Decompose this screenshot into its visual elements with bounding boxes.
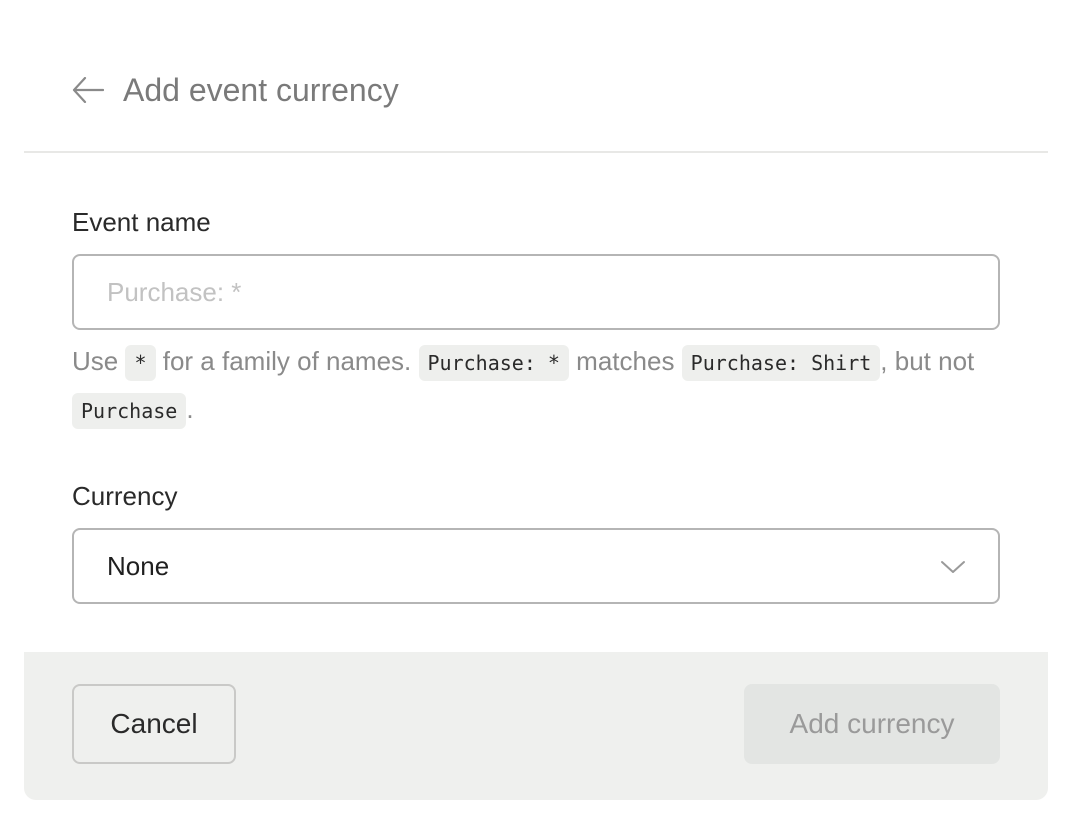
back-button[interactable] [68,72,108,108]
code-wildcard: * [125,345,156,381]
help-text-part: , but not [880,346,975,376]
event-name-label: Event name [72,207,211,237]
help-text-part: matches [568,346,682,376]
help-text-part: for a family of names. [155,346,419,376]
add-event-currency-dialog: Add event currency Event name Use * for … [24,24,1048,800]
add-currency-button[interactable]: Add currency [744,684,1000,764]
dialog-title: Add event currency [123,72,399,108]
code-example-nonmatch: Purchase [72,393,187,429]
help-text-part: . [186,394,194,424]
chevron-down-icon [941,561,965,573]
event-name-input[interactable] [74,256,998,328]
cancel-button[interactable]: Cancel [72,684,236,764]
dialog-footer: Cancel Add currency [24,652,1048,800]
currency-label: Currency [72,481,178,511]
event-name-field-wrapper [72,254,1000,330]
event-name-help-text: Use * for a family of names. Purchase: *… [72,338,1002,434]
dialog-header: Add event currency [24,24,1048,153]
currency-select[interactable]: None [72,528,1000,604]
arrow-left-icon [72,77,104,103]
help-text-part: Use [72,346,126,376]
currency-selected-value: None [107,551,170,581]
code-example-pattern: Purchase: * [418,345,569,381]
code-example-match: Purchase: Shirt [681,345,881,381]
